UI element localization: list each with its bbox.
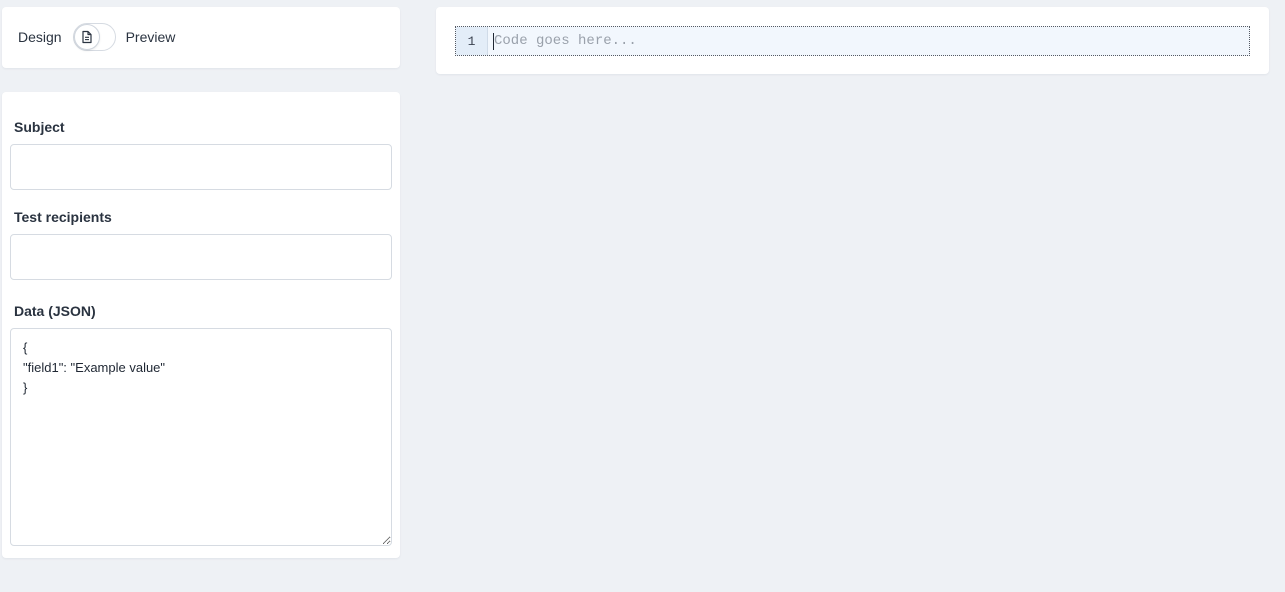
line-number: 1 bbox=[467, 33, 476, 49]
text-caret bbox=[493, 33, 494, 50]
document-icon bbox=[81, 30, 92, 44]
code-editor-panel: 1 Code goes here... bbox=[436, 7, 1269, 74]
design-mode-label[interactable]: Design bbox=[18, 29, 62, 45]
code-placeholder: Code goes here... bbox=[494, 33, 637, 49]
preview-mode-label[interactable]: Preview bbox=[126, 29, 176, 45]
data-json-textarea[interactable]: { "field1": "Example value" } bbox=[10, 328, 392, 546]
subject-label: Subject bbox=[14, 119, 65, 135]
test-recipients-label: Test recipients bbox=[14, 209, 112, 225]
design-preview-toggle[interactable] bbox=[72, 23, 116, 51]
code-editor[interactable]: 1 Code goes here... bbox=[455, 26, 1250, 56]
toggle-knob[interactable] bbox=[73, 24, 100, 50]
email-settings-panel: Subject Test recipients Data (JSON) { "f… bbox=[2, 92, 400, 558]
line-number-gutter: 1 bbox=[456, 27, 488, 55]
data-json-label: Data (JSON) bbox=[14, 303, 96, 319]
mode-switch-panel: Design Preview bbox=[2, 7, 400, 68]
code-input-line[interactable]: Code goes here... bbox=[488, 27, 1249, 55]
mode-switch-row: Design Preview bbox=[18, 23, 175, 51]
test-recipients-input[interactable] bbox=[10, 234, 392, 280]
subject-input[interactable] bbox=[10, 144, 392, 190]
